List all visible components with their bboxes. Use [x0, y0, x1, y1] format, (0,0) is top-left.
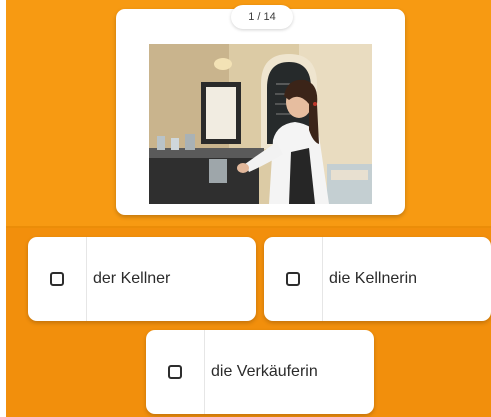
question-counter: 1 / 14 [231, 5, 293, 29]
waitress-photo [149, 44, 372, 204]
answer-option-die-kellnerin[interactable]: die Kellnerin [264, 237, 491, 321]
question-image [149, 44, 372, 204]
answer-option-die-verkaeuferin[interactable]: die Verkäuferin [146, 330, 374, 414]
quiz-screen: 1 / 14 der Kellner die Kellnerin die Ver… [0, 0, 491, 417]
answer-option-der-kellner[interactable]: der Kellner [28, 237, 256, 321]
checkbox-unchecked-icon[interactable] [286, 272, 300, 286]
answer-label: die Kellnerin [329, 270, 418, 287]
answer-label: die Verkäuferin [211, 363, 318, 380]
answer-label: der Kellner [93, 270, 171, 287]
checkbox-unchecked-icon[interactable] [168, 365, 182, 379]
checkbox-unchecked-icon[interactable] [50, 272, 64, 286]
